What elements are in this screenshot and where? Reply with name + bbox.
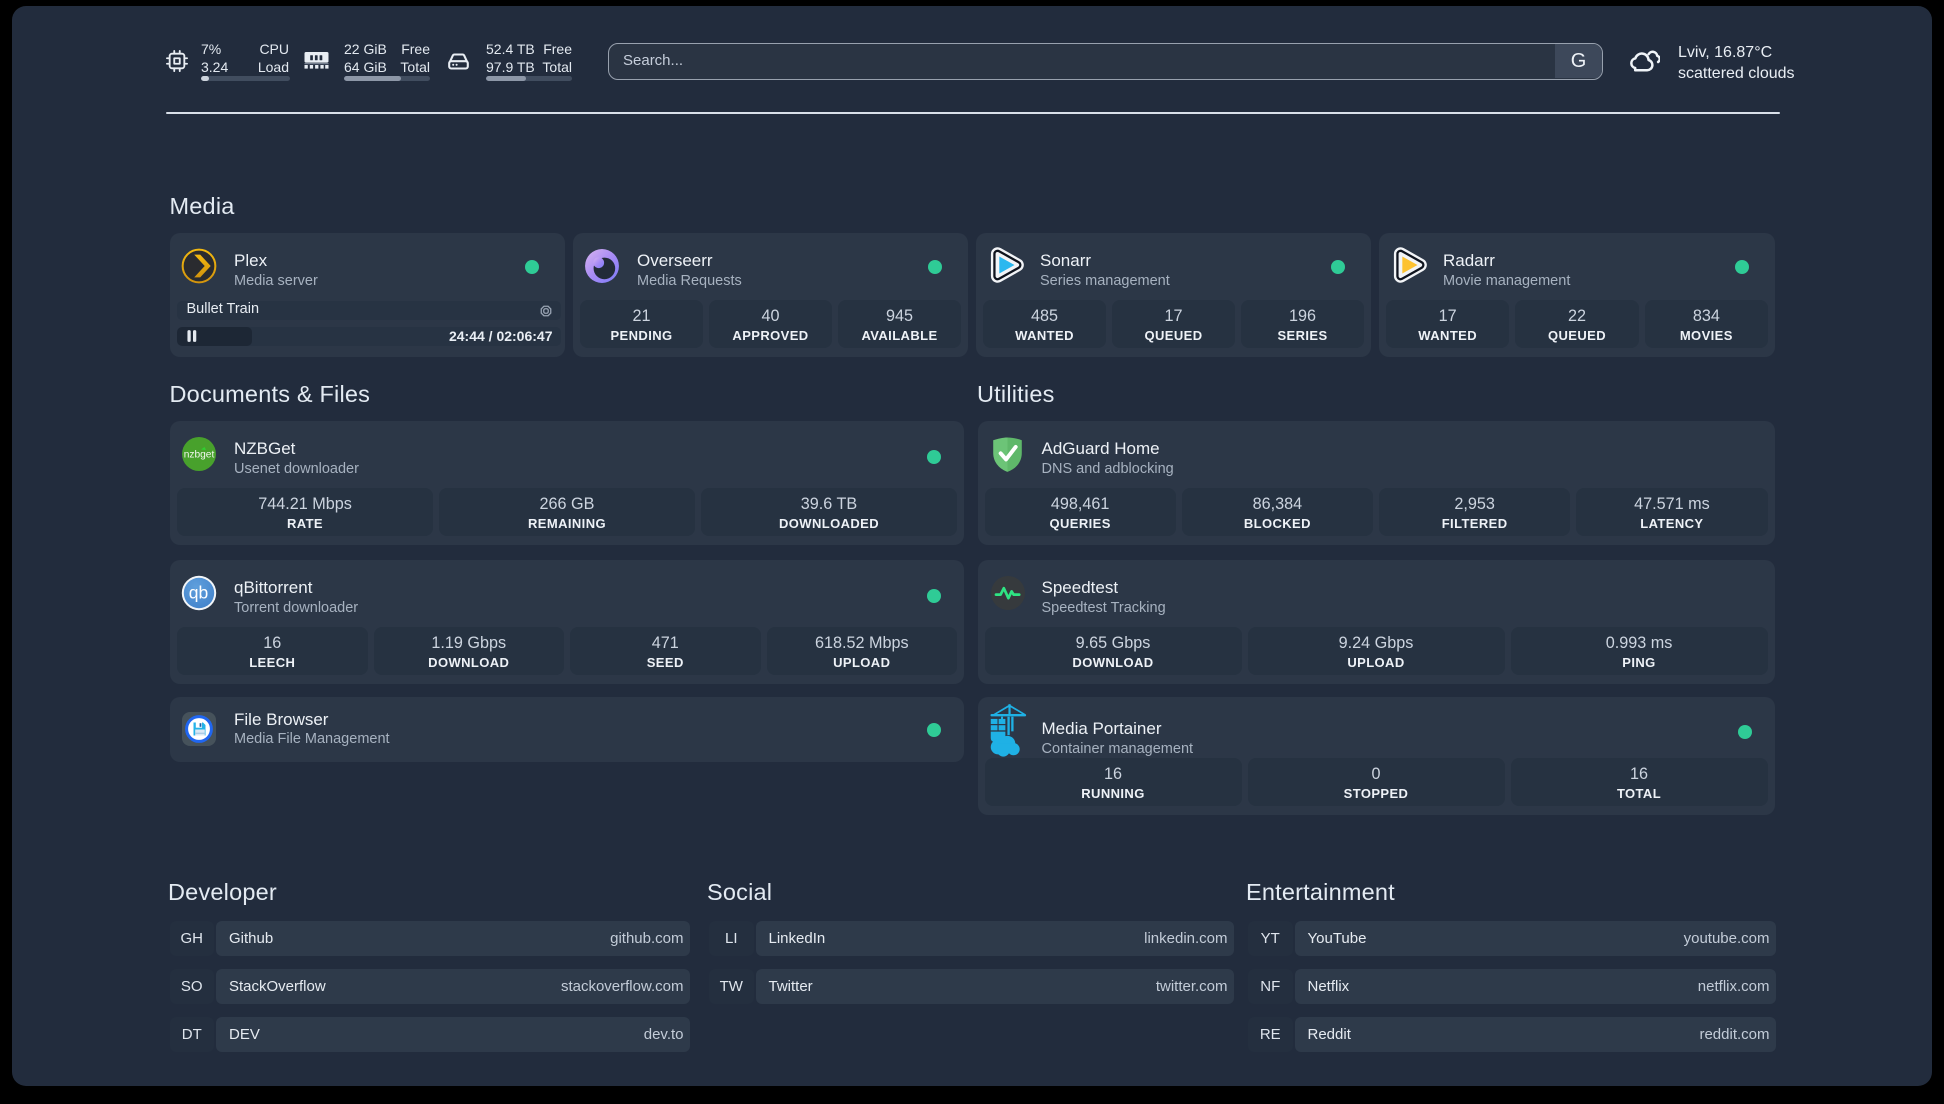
svg-text:nzbget: nzbget bbox=[184, 450, 215, 461]
svg-text:qb: qb bbox=[189, 583, 208, 603]
